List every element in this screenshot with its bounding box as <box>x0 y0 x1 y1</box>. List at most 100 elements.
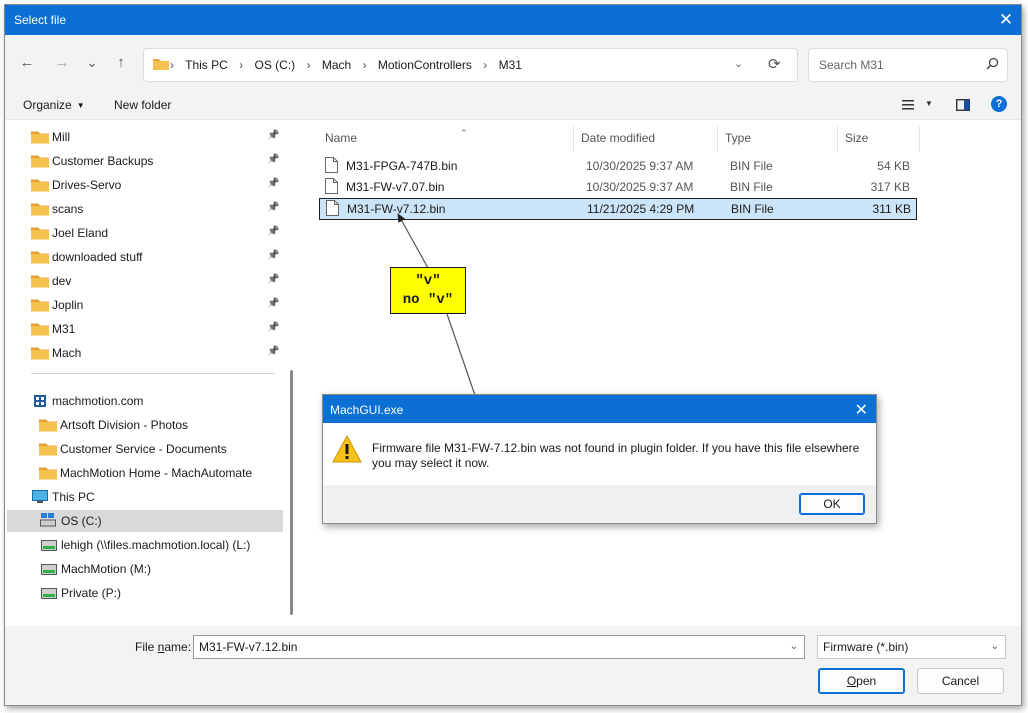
sidebar-item[interactable]: Joplin 📌 <box>5 294 281 316</box>
sidebar-item[interactable]: Mill 📌 <box>5 126 281 148</box>
file-type: BIN File <box>730 159 773 173</box>
pin-icon[interactable]: 📌 <box>267 274 279 285</box>
pin-icon[interactable]: 📌 <box>267 154 279 165</box>
file-name-label-part: ame: <box>164 640 192 654</box>
organize-caret-icon: ▼ <box>76 101 85 111</box>
folder-icon <box>31 347 49 360</box>
recent-locations-chevron-icon[interactable]: ⌄ <box>81 54 103 72</box>
sidebar-item-drive[interactable]: Private (P:) <box>7 582 283 604</box>
file-row[interactable]: M31-FW-v7.12.bin 11/21/2025 4:29 PM BIN Fi… <box>319 198 917 220</box>
column-header-label: Size <box>845 131 869 145</box>
sidebar-item[interactable]: downloaded stuff 📌 <box>5 246 281 268</box>
computer-icon <box>32 490 48 503</box>
pin-icon[interactable]: 📌 <box>267 346 279 357</box>
sidebar-item-label: MachMotion Home - MachAutomate <box>60 466 253 480</box>
pin-icon[interactable]: 📌 <box>267 202 279 213</box>
search-input[interactable] <box>817 57 981 73</box>
sidebar-item[interactable]: Customer Backups 📌 <box>5 150 281 172</box>
breadcrumb-item[interactable]: M31 <box>499 58 522 72</box>
annotation-callout: "v" no "v" <box>390 267 466 314</box>
column-header-date[interactable]: Date modified <box>575 126 718 152</box>
sidebar-item[interactable]: M31 📌 <box>5 318 281 340</box>
pin-icon[interactable]: 📌 <box>267 250 279 261</box>
column-header-label: Name <box>325 131 358 145</box>
sidebar-item-label: OS (C:) <box>61 514 102 528</box>
organize-button[interactable]: Organize ▼ <box>23 98 85 112</box>
sidebar-item[interactable]: Joel Eland 📌 <box>5 222 281 244</box>
file-name-value: M31-FW-v7.12.bin <box>199 640 298 654</box>
nav-item-label: machmotion.com <box>52 394 144 408</box>
up-folder-arrow-icon[interactable]: ↑ <box>110 54 132 72</box>
nav-item-this-pc[interactable]: This PC <box>5 486 281 508</box>
sidebar-item-label: scans <box>52 202 84 216</box>
open-accelerator: O <box>846 674 857 688</box>
breadcrumb-item[interactable]: This PC <box>185 58 228 72</box>
sidebar-item[interactable]: MachMotion Home - MachAutomate <box>5 462 281 484</box>
pin-icon[interactable]: 📌 <box>267 298 279 309</box>
file-name-dropdown-chevron-icon[interactable]: ⌄ <box>790 641 798 652</box>
nav-item-cloud-root[interactable]: machmotion.com <box>5 390 281 412</box>
new-folder-button[interactable]: New folder <box>114 98 171 112</box>
sidebar-item-drive[interactable]: OS (C:) <box>7 510 283 532</box>
message-box-title: MachGUI.exe <box>330 403 404 417</box>
address-bar[interactable]: › This PC › OS (C:) › Mach › MotionContr… <box>143 48 798 82</box>
dialog-title: Select file <box>14 13 67 27</box>
sidebar-item[interactable]: scans 📌 <box>5 198 281 220</box>
nav-divider <box>31 373 275 374</box>
file-row[interactable]: M31-FPGA-747B.bin 10/30/2025 9:37 AM BIN F… <box>319 156 915 176</box>
forward-arrow-icon[interactable]: → <box>51 54 73 72</box>
file-size: 311 KB <box>872 202 911 216</box>
open-button[interactable]: Open <box>818 668 905 694</box>
nav-item-label: This PC <box>52 490 95 504</box>
help-icon[interactable]: ? <box>991 96 1007 112</box>
breadcrumb-separator-icon: › <box>306 58 311 72</box>
view-options-caret-icon[interactable]: ▼ <box>925 99 933 108</box>
breadcrumb-item[interactable]: Mach <box>322 58 351 72</box>
pin-icon[interactable]: 📌 <box>267 178 279 189</box>
message-text: Firmware file M31-FW-7.12.bin was not fo… <box>372 441 860 470</box>
view-list-icon[interactable] <box>902 100 914 110</box>
folder-icon <box>39 419 57 432</box>
sidebar-item-label: M31 <box>52 322 76 336</box>
column-header-name[interactable]: Name ⌃ <box>319 126 574 152</box>
message-box-close-icon[interactable]: ✕ <box>855 400 868 420</box>
sidebar-item[interactable]: Artsoft Division - Photos <box>5 414 281 436</box>
sidebar-item[interactable]: Customer Service - Documents <box>5 438 281 460</box>
dialog-footer: File name: M31-FW-v7.12.bin ⌄ Firmware (… <box>5 626 1021 705</box>
sidebar-item-label: lehigh (\\files.machmotion.local) (L:) <box>61 538 251 552</box>
building-icon <box>34 395 46 407</box>
file-type-select[interactable]: Firmware (*.bin) ⌄ <box>817 635 1006 659</box>
file-name-input[interactable]: M31-FW-v7.12.bin ⌄ <box>193 635 805 659</box>
sidebar-item-label: Joel Eland <box>52 226 109 240</box>
dialog-close-icon[interactable]: ✕ <box>995 9 1017 31</box>
pin-icon[interactable]: 📌 <box>267 322 279 333</box>
ok-button[interactable]: OK <box>799 493 865 515</box>
breadcrumb-item[interactable]: OS (C:) <box>255 58 296 72</box>
folder-icon <box>153 59 169 70</box>
file-row[interactable]: M31-FW-v7.07.bin 10/30/2025 9:37 AM BIN Fi… <box>319 177 915 197</box>
pin-icon[interactable]: 📌 <box>267 226 279 237</box>
sidebar-item-drive[interactable]: MachMotion (M:) <box>7 558 283 580</box>
pin-icon[interactable]: 📌 <box>267 130 279 141</box>
sidebar-item[interactable]: Mach 📌 <box>5 342 281 364</box>
refresh-icon[interactable]: ⟳ <box>768 55 781 73</box>
column-header-type[interactable]: Type <box>719 126 838 152</box>
column-header-label: Date modified <box>581 131 656 145</box>
breadcrumb-item[interactable]: MotionControllers <box>378 58 472 72</box>
file-name-label: File name: <box>135 640 191 654</box>
column-header-size[interactable]: Size <box>839 126 920 152</box>
file-name: M31-FW-v7.07.bin <box>346 180 445 194</box>
file-type-dropdown-chevron-icon[interactable]: ⌄ <box>991 641 999 652</box>
address-dropdown-chevron-icon[interactable]: ⌄ <box>734 57 743 70</box>
nav-scrollbar[interactable] <box>290 370 293 615</box>
cancel-button[interactable]: Cancel <box>917 668 1004 694</box>
file-type-value: Firmware (*.bin) <box>823 640 909 654</box>
search-icon[interactable] <box>986 57 999 70</box>
sidebar-item-drive[interactable]: lehigh (\\files.machmotion.local) (L:) <box>7 534 283 556</box>
sort-up-chevron-icon: ⌃ <box>460 128 468 138</box>
sidebar-item[interactable]: dev 📌 <box>5 270 281 292</box>
sidebar-item[interactable]: Drives-Servo 📌 <box>5 174 281 196</box>
preview-pane-icon[interactable] <box>956 99 970 111</box>
back-arrow-icon[interactable]: ← <box>16 54 38 72</box>
search-box[interactable] <box>808 48 1008 82</box>
